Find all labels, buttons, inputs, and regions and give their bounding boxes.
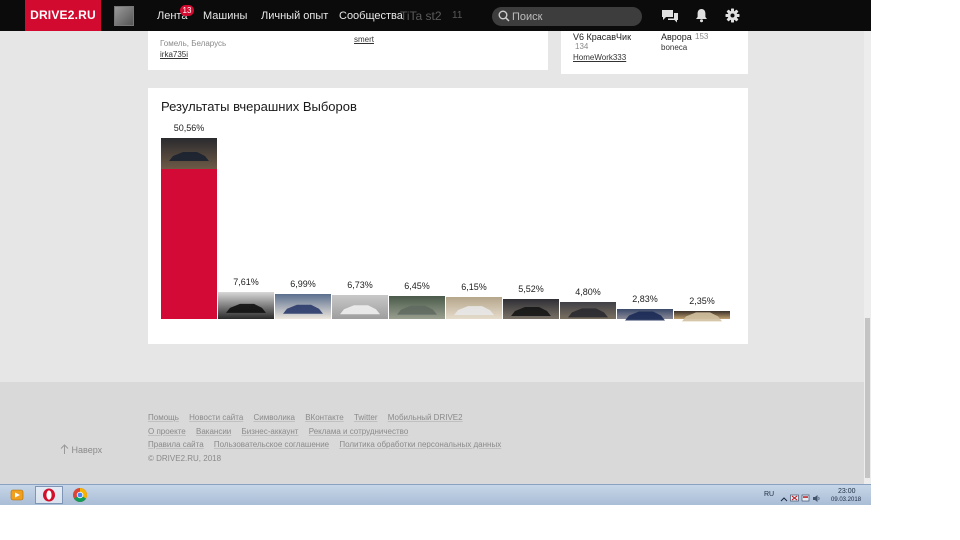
chrome-icon (73, 488, 87, 502)
results-bar-chart: 50,56% 7,61% 6,99% 6,73% 6,45% 6,15% 5,52% 4,80… (161, 123, 730, 322)
chart-bar-group[interactable]: 50,56% (161, 123, 217, 319)
footer-link-help[interactable]: Помощь (148, 413, 179, 422)
top-card-left: Гомель, Беларусь irka735i smert (148, 26, 548, 70)
footer-link-news[interactable]: Новости сайта (189, 413, 243, 422)
car-name[interactable]: Аврора (661, 32, 692, 42)
card-user-link[interactable]: bonеса (661, 43, 687, 52)
site-header: DRIVE2.RU Лента 13 Машины Личный опыт Со… (0, 0, 871, 31)
windows-taskbar: RU 23:00 09.03.2018 (0, 484, 871, 505)
card-location: Гомель, Беларусь (160, 39, 227, 48)
footer-links-row-3: Правила сайта Пользовательское соглашени… (148, 440, 509, 449)
chrome-taskbar-button[interactable] (66, 486, 94, 504)
card-user-link[interactable]: smert (354, 35, 374, 44)
nav-experience[interactable]: Личный опыт (261, 0, 328, 31)
bell-icon[interactable] (695, 8, 708, 23)
language-indicator[interactable]: RU (764, 491, 774, 498)
chart-bar-group[interactable]: 6,73% (332, 280, 388, 319)
chart-bar-group[interactable]: 2,35% (674, 296, 730, 322)
nav-communities[interactable]: Сообщества (339, 0, 403, 31)
footer-link-ads[interactable]: Реклама и сотрудничество (309, 427, 409, 436)
chart-data-label: 5,52% (518, 284, 544, 294)
back-to-top-label: Наверх (71, 445, 103, 455)
chart-bar-group[interactable]: 6,45% (389, 281, 445, 319)
chart-bar-group[interactable]: 5,52% (503, 284, 559, 319)
footer-link-mobile[interactable]: Мобильный DRIVE2 (388, 413, 463, 422)
opera-taskbar-button[interactable] (35, 486, 63, 504)
gear-icon[interactable] (725, 8, 740, 23)
opera-icon (43, 488, 55, 502)
media-player-button[interactable] (3, 486, 31, 504)
footer-links-row-1: Помощь Новости сайта Символика ВКонтакте… (148, 413, 471, 422)
card-user-link[interactable]: irka735i (160, 50, 188, 59)
back-to-top-link[interactable]: Наверх (60, 444, 102, 455)
top-card-right: V6 КрасавЧик 134 HomeWork333 Аврора 153 … (561, 26, 748, 74)
car-count: 134 (575, 42, 589, 51)
search-box[interactable] (492, 7, 642, 26)
card-user-link[interactable]: HomeWork333 (573, 53, 626, 62)
scrollbar-thumb[interactable] (865, 318, 870, 478)
footer-link-agreement[interactable]: Пользовательское соглашение (214, 440, 329, 449)
chart-data-label: 2,83% (632, 294, 658, 304)
footer-copyright: © DRIVE2.RU, 2018 (148, 454, 229, 463)
footer-link-twitter[interactable]: Twitter (354, 413, 378, 422)
chart-data-label: 50,56% (174, 123, 205, 133)
chart-bar-group[interactable]: 2,83% (617, 294, 673, 321)
search-icon (498, 10, 510, 22)
search-input[interactable] (512, 9, 632, 24)
feed-badge: 13 (180, 5, 194, 16)
chart-data-label: 4,80% (575, 287, 601, 297)
copyright-text: © DRIVE2.RU, 2018 (148, 454, 222, 463)
chart-data-label: 7,61% (233, 277, 259, 287)
arrow-up-icon (60, 444, 69, 454)
footer-link-privacy[interactable]: Политика обработки персональных данных (339, 440, 501, 449)
messages-icon[interactable] (661, 9, 679, 23)
results-title: Результаты вчерашних Выборов (161, 99, 357, 114)
footer-links-row-2: О проекте Вакансии Бизнес-аккаунт Реклам… (148, 427, 416, 436)
footer-link-jobs[interactable]: Вакансии (196, 427, 231, 436)
tray-arrow-icon[interactable] (780, 491, 788, 502)
chart-bar-group[interactable]: 7,61% (218, 277, 274, 319)
user-avatar[interactable] (114, 6, 134, 26)
chart-data-label: 2,35% (689, 296, 715, 306)
site-logo[interactable]: DRIVE2.RU (25, 0, 101, 31)
vertical-scrollbar[interactable] (864, 0, 871, 505)
flag-icon[interactable] (801, 490, 810, 502)
volume-icon[interactable] (812, 490, 821, 502)
partial-background-count: 11 (452, 10, 463, 21)
chart-bar-group[interactable]: 6,99% (275, 279, 331, 319)
results-panel: 50,56% 7,61% 6,99% 6,73% 6,45% 6,15% 5,52% 4,80… (148, 88, 748, 344)
chart-data-label: 6,15% (461, 282, 487, 292)
nav-cars[interactable]: Машины (203, 0, 247, 31)
footer-link-about[interactable]: О проекте (148, 427, 186, 436)
clock-time[interactable]: 23:00 (838, 488, 856, 495)
partial-background-text: TiTa st2 (400, 9, 442, 23)
chart-data-label: 6,45% (404, 281, 430, 291)
network-icon[interactable] (790, 490, 799, 502)
chart-bar-group[interactable]: 6,15% (446, 282, 502, 319)
car-count: 153 (695, 32, 709, 41)
footer-link-business[interactable]: Бизнес-аккаунт (241, 427, 298, 436)
car-name[interactable]: V6 КрасавЧик (573, 32, 631, 42)
footer-link-vk[interactable]: ВКонтакте (305, 413, 344, 422)
clock-date[interactable]: 09.03.2018 (831, 497, 861, 503)
chart-data-label: 6,99% (290, 279, 316, 289)
chart-data-label: 6,73% (347, 280, 373, 290)
footer-link-rules[interactable]: Правила сайта (148, 440, 204, 449)
chart-bar-group[interactable]: 4,80% (560, 287, 616, 319)
footer-link-symbols[interactable]: Символика (254, 413, 295, 422)
page-viewport: Гомель, Беларусь irka735i smert V6 Краса… (0, 0, 864, 505)
media-player-icon (10, 489, 24, 501)
